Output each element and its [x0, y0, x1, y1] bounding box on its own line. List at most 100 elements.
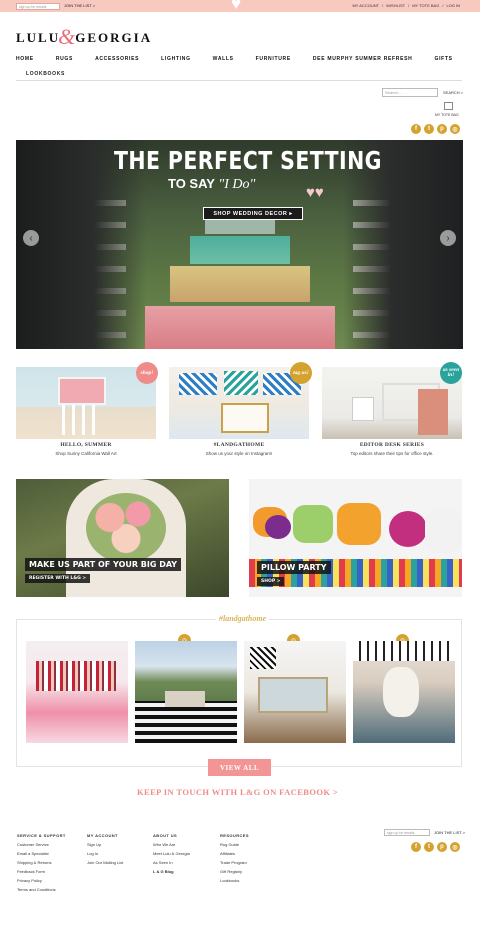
- footer-social-icons: f t p ◎: [411, 842, 460, 852]
- top-bar: sign up for emails JOIN THE LIST > ♥ MY …: [0, 0, 480, 12]
- footer-link[interactable]: Join Our Mailing List: [87, 858, 123, 867]
- facebook-icon[interactable]: f: [411, 842, 421, 852]
- nav-walls[interactable]: WALLS: [213, 56, 234, 62]
- hearts-icon: ♥♥: [306, 184, 324, 201]
- footer-link[interactable]: Log In: [87, 849, 123, 858]
- tile-hello-summer-title[interactable]: HELLO, SUMMER: [16, 442, 156, 448]
- nav-lookbooks[interactable]: LOOKBOOKS: [26, 71, 65, 77]
- log-in-link[interactable]: LOG IN: [446, 3, 460, 8]
- tile-hello-summer-image[interactable]: [16, 367, 156, 439]
- instagram-photo-4[interactable]: [353, 641, 455, 743]
- footer-link[interactable]: Email a Specialist: [17, 849, 66, 858]
- pillow-party-promo[interactable]: PILLOW PARTY SHOP >: [249, 479, 462, 597]
- nav-divider: [16, 80, 462, 81]
- footer-link[interactable]: Feedback Form: [17, 867, 66, 876]
- badge-as-seen-in: as seen in!: [440, 362, 462, 384]
- footer-link[interactable]: Terms and Conditions: [17, 885, 66, 894]
- hero-next-arrow[interactable]: ›: [440, 230, 456, 246]
- twitter-icon[interactable]: t: [424, 124, 434, 134]
- footer-col-service: SERVICE & SUPPORT Customer Service Email…: [17, 831, 66, 894]
- footer-heading: SERVICE & SUPPORT: [17, 833, 66, 838]
- header-social-icons: f t p ◎: [411, 124, 460, 134]
- instagram-photo-2[interactable]: [135, 641, 237, 743]
- footer-link[interactable]: Sign Up: [87, 840, 123, 849]
- logo-ampersand: &: [58, 24, 78, 49]
- footer-link[interactable]: L & G Blog: [153, 867, 190, 876]
- rug-2: [189, 236, 290, 264]
- rug-4: [144, 306, 335, 349]
- tile-editor-desk-title[interactable]: EDITOR DESK SERIES: [322, 442, 462, 448]
- badge-tag-us: tag us!: [290, 362, 312, 384]
- site-logo[interactable]: LULU&GEORGIA: [16, 22, 153, 49]
- nav-dee-murphy[interactable]: DEE MURPHY SUMMER REFRESH: [313, 56, 413, 62]
- view-all-button[interactable]: VIEW ALL: [208, 759, 271, 776]
- instagram-feed-title: #landgathome: [216, 614, 270, 623]
- logo-left: LULU: [16, 30, 61, 45]
- logo-right: GEORGIA: [75, 30, 153, 45]
- rug-3: [169, 266, 310, 302]
- footer-link[interactable]: Customer Service: [17, 840, 66, 849]
- footer-col-about: ABOUT US Who We Are Meet Lulu & Georgia …: [153, 831, 190, 876]
- footer-join-list-link[interactable]: JOIN THE LIST >: [434, 830, 465, 835]
- wishlist-link[interactable]: WISHLIST: [386, 3, 405, 8]
- footer-link[interactable]: Shipping & Returns: [17, 858, 66, 867]
- footer-col-account: MY ACCOUNT Sign Up Log In Join Our Maili…: [87, 831, 123, 867]
- pillow-promo-headline: PILLOW PARTY: [257, 561, 331, 574]
- tile-landgathome-title[interactable]: #LANDGATHOME: [169, 442, 309, 448]
- my-account-link[interactable]: MY ACCOUNT: [352, 3, 379, 8]
- footer-link[interactable]: Privacy Policy: [17, 876, 66, 885]
- hero-banner[interactable]: THE PERFECT SETTING TO SAY "I Do" ♥♥ SHO…: [16, 140, 463, 349]
- tile-hello-summer-sub: Shop Sunny California Wall Art: [55, 451, 117, 456]
- footer-link[interactable]: Rug Guide: [220, 840, 249, 849]
- nav-home[interactable]: HOME: [16, 56, 34, 62]
- facebook-cta-link[interactable]: KEEP IN TOUCH WITH L&G ON FACEBOOK >: [137, 787, 338, 797]
- pinterest-icon[interactable]: p: [437, 842, 447, 852]
- footer-link[interactable]: Meet Lulu & Georgia: [153, 849, 190, 858]
- badge-shop: shop!: [136, 362, 158, 384]
- facebook-icon[interactable]: f: [411, 124, 421, 134]
- shop-wedding-decor-button[interactable]: SHOP WEDDING DECOR ▸: [203, 207, 303, 220]
- wedding-promo-headline: MAKE US PART OF YOUR BIG DAY: [25, 558, 182, 571]
- search-button[interactable]: SEARCH >: [443, 90, 463, 95]
- email-signup-input[interactable]: sign up for emails: [16, 3, 60, 10]
- instagram-icon[interactable]: ◎: [450, 124, 460, 134]
- nav-lighting[interactable]: LIGHTING: [161, 56, 191, 62]
- rug-1: [204, 220, 275, 234]
- instagram-photo-1[interactable]: [26, 641, 128, 743]
- footer-heading: RESOURCES: [220, 833, 249, 838]
- tote-bag-label[interactable]: MY TOTE BAG: [435, 113, 459, 117]
- tote-bag-icon[interactable]: [444, 102, 453, 110]
- footer-link[interactable]: Who We Are: [153, 840, 190, 849]
- footer-link[interactable]: Gift Registry: [220, 867, 249, 876]
- twitter-icon[interactable]: t: [424, 842, 434, 852]
- nav-gifts[interactable]: GIFTS: [435, 56, 453, 62]
- hero-prev-arrow[interactable]: ‹: [23, 230, 39, 246]
- search-input[interactable]: Search...: [382, 88, 438, 97]
- separator: /: [408, 3, 410, 8]
- instagram-icon[interactable]: ◎: [450, 842, 460, 852]
- join-list-link[interactable]: JOIN THE LIST >: [64, 3, 95, 8]
- hero-subheadline: TO SAY "I Do": [168, 176, 256, 192]
- footer-link[interactable]: Lookbooks: [220, 876, 249, 885]
- account-nav: MY ACCOUNT / WISHLIST / MY TOTE BAG / LO…: [352, 3, 460, 8]
- main-nav: HOME RUGS ACCESSORIES LIGHTING WALLS FUR…: [16, 56, 456, 62]
- footer-col-resources: RESOURCES Rug Guide Affiliates Trade Pro…: [220, 831, 249, 885]
- hero-headline: THE PERFECT SETTING: [114, 146, 382, 175]
- tote-bag-link[interactable]: MY TOTE BAG: [412, 3, 439, 8]
- footer-link[interactable]: Trade Program: [220, 858, 249, 867]
- wedding-registry-promo[interactable]: MAKE US PART OF YOUR BIG DAY REGISTER WI…: [16, 479, 229, 597]
- footer-link[interactable]: As Seen In: [153, 858, 190, 867]
- nav-furniture[interactable]: FURNITURE: [256, 56, 291, 62]
- footer-email-signup-input[interactable]: sign up for emails: [384, 829, 430, 836]
- pinterest-icon[interactable]: p: [437, 124, 447, 134]
- separator: /: [442, 3, 444, 8]
- nav-accessories[interactable]: ACCESSORIES: [95, 56, 139, 62]
- footer-link[interactable]: Affiliates: [220, 849, 249, 858]
- tile-landgathome-image[interactable]: [169, 367, 309, 439]
- pillow-shop-link[interactable]: SHOP >: [257, 577, 285, 586]
- register-link[interactable]: REGISTER WITH L&G >: [25, 574, 91, 583]
- instagram-photo-3[interactable]: [244, 641, 346, 743]
- separator: /: [382, 3, 384, 8]
- footer-heading: MY ACCOUNT: [87, 833, 118, 838]
- nav-rugs[interactable]: RUGS: [56, 56, 73, 62]
